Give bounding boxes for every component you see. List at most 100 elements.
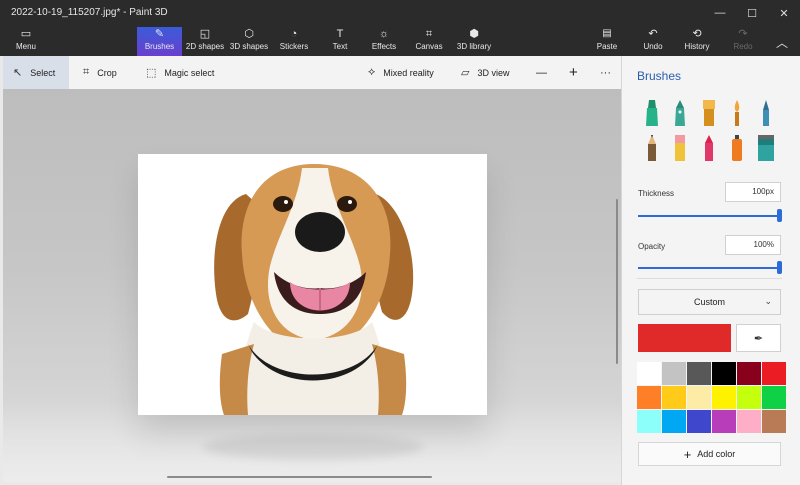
palette-swatch[interactable] [712, 410, 736, 433]
tab-3d-library[interactable]: ⬢ 3D library [453, 27, 495, 56]
menu-icon: ▭ [20, 28, 32, 40]
tab-2d-shapes-label: 2D shapes [185, 42, 225, 51]
palette-swatch[interactable] [637, 410, 661, 433]
window-controls: — ☐ ✕ [704, 0, 800, 26]
palette-swatch[interactable] [662, 362, 686, 385]
opacity-label: Opacity [638, 242, 666, 251]
tab-stickers-label: Stickers [279, 42, 309, 51]
pencil-icon[interactable] [641, 133, 663, 163]
tab-canvas[interactable]: ⌗ Canvas [413, 27, 445, 56]
thickness-input[interactable]: 100px [725, 182, 781, 202]
horizontal-scrollbar[interactable] [167, 476, 432, 478]
thickness-slider[interactable] [638, 215, 780, 217]
palette-swatch[interactable] [712, 362, 736, 385]
selected-color-swatch[interactable] [638, 324, 731, 352]
3d-library-icon: ⬢ [469, 28, 479, 40]
crop-label: Crop [97, 67, 117, 78]
3d-shapes-icon: ⬡ [244, 28, 254, 40]
history-label: History [684, 42, 710, 51]
palette-swatch[interactable] [737, 386, 761, 409]
menu-button[interactable]: ▭ Menu [6, 27, 46, 56]
undo-label: Undo [643, 42, 663, 51]
color-mode-dropdown[interactable]: Custom ⌄ [638, 289, 781, 315]
crop-button[interactable]: ⌗ Crop [83, 56, 117, 89]
palette-swatch[interactable] [687, 410, 711, 433]
more-options-button[interactable]: ··· [600, 56, 611, 89]
redo-icon: ↷ [738, 28, 748, 40]
2d-shapes-icon: ◱ [199, 28, 211, 40]
palette-swatch[interactable] [637, 386, 661, 409]
menu-label: Menu [15, 42, 36, 51]
canvas-icon: ⌗ [425, 28, 433, 40]
opacity-input[interactable]: 100% [725, 235, 781, 255]
undo-button[interactable]: ↶ Undo [638, 27, 668, 56]
crayon-icon[interactable] [698, 133, 720, 163]
tab-canvas-label: Canvas [415, 42, 443, 51]
tab-effects-label: Effects [371, 42, 397, 51]
paste-button[interactable]: ▤ Paste [592, 27, 622, 56]
brushes-panel: Brushes Thickness 100px Opacity 100% Cus… [621, 56, 800, 485]
command-bar: ↖ Select ⌗ Crop ⬚ Magic select ⟡ Mixed r… [3, 56, 621, 89]
drawing-canvas[interactable] [138, 154, 487, 415]
magic-select-icon: ⬚ [146, 67, 157, 79]
palette-swatch[interactable] [687, 386, 711, 409]
zoom-out-button[interactable]: — [536, 56, 547, 89]
opacity-slider-thumb[interactable] [777, 261, 782, 274]
thickness-label: Thickness [638, 189, 675, 198]
panel-divider [637, 278, 782, 279]
plus-icon: + [683, 446, 692, 462]
tab-brushes[interactable]: ✎ Brushes [137, 27, 182, 56]
eraser-icon[interactable] [669, 133, 691, 163]
tab-3d-shapes[interactable]: ⬡ 3D shapes [229, 27, 269, 56]
maximize-button[interactable]: ☐ [736, 0, 768, 26]
mixed-reality-icon: ⟡ [368, 66, 376, 78]
canvas-workspace[interactable] [3, 89, 621, 482]
palette-swatch[interactable] [762, 386, 786, 409]
opacity-slider[interactable] [638, 267, 780, 269]
tab-stickers[interactable]: ◔ Stickers [276, 27, 312, 56]
tab-effects[interactable]: ☼ Effects [368, 27, 400, 56]
oil-brush-icon[interactable] [698, 98, 720, 128]
spray-can-icon[interactable] [726, 133, 748, 163]
redo-button[interactable]: ↷ Redo [728, 27, 758, 56]
collapse-ribbon-icon[interactable]: ︿ [776, 34, 788, 51]
palette-swatch[interactable] [737, 410, 761, 433]
3d-view-button[interactable]: ▱ 3D view [461, 56, 509, 89]
add-color-button[interactable]: + Add color [638, 442, 781, 466]
palette-swatch[interactable] [762, 362, 786, 385]
calligraphy-pen-icon[interactable] [669, 98, 691, 128]
fill-bucket-icon[interactable] [755, 133, 777, 163]
add-color-label: Add color [697, 449, 736, 459]
palette-swatch[interactable] [712, 386, 736, 409]
redo-label: Redo [733, 42, 753, 51]
marker-brush-icon[interactable] [641, 98, 663, 128]
paste-label: Paste [596, 42, 618, 51]
magic-select-button[interactable]: ⬚ Magic select [146, 56, 214, 89]
close-button[interactable]: ✕ [768, 0, 800, 26]
vertical-scrollbar[interactable] [616, 199, 618, 364]
zoom-in-button[interactable]: + [569, 56, 578, 89]
eyedropper-button[interactable]: ✒ [736, 324, 781, 352]
palette-swatch[interactable] [737, 362, 761, 385]
palette-swatch[interactable] [662, 386, 686, 409]
pixel-pen-icon[interactable] [755, 98, 777, 128]
palette-swatch[interactable] [762, 410, 786, 433]
mixed-reality-button[interactable]: ⟡ Mixed reality [368, 56, 434, 89]
tab-2d-shapes[interactable]: ◱ 2D shapes [184, 27, 226, 56]
color-mode-label: Custom [693, 297, 725, 307]
mixed-reality-label: Mixed reality [383, 67, 434, 78]
palette-swatch[interactable] [637, 362, 661, 385]
effects-icon: ☼ [378, 28, 390, 40]
cursor-icon: ↖ [13, 67, 23, 79]
select-button[interactable]: ↖ Select [3, 56, 70, 89]
3d-view-label: 3D view [477, 67, 510, 78]
palette-swatch[interactable] [662, 410, 686, 433]
minimize-button[interactable]: — [704, 0, 736, 26]
history-button[interactable]: ⟲ History [681, 27, 713, 56]
palette-swatch[interactable] [687, 362, 711, 385]
thickness-slider-thumb[interactable] [777, 209, 782, 222]
history-icon: ⟲ [692, 28, 702, 40]
tab-text[interactable]: T Text [325, 27, 355, 56]
color-palette [637, 362, 786, 433]
watercolor-brush-icon[interactable] [726, 98, 748, 128]
